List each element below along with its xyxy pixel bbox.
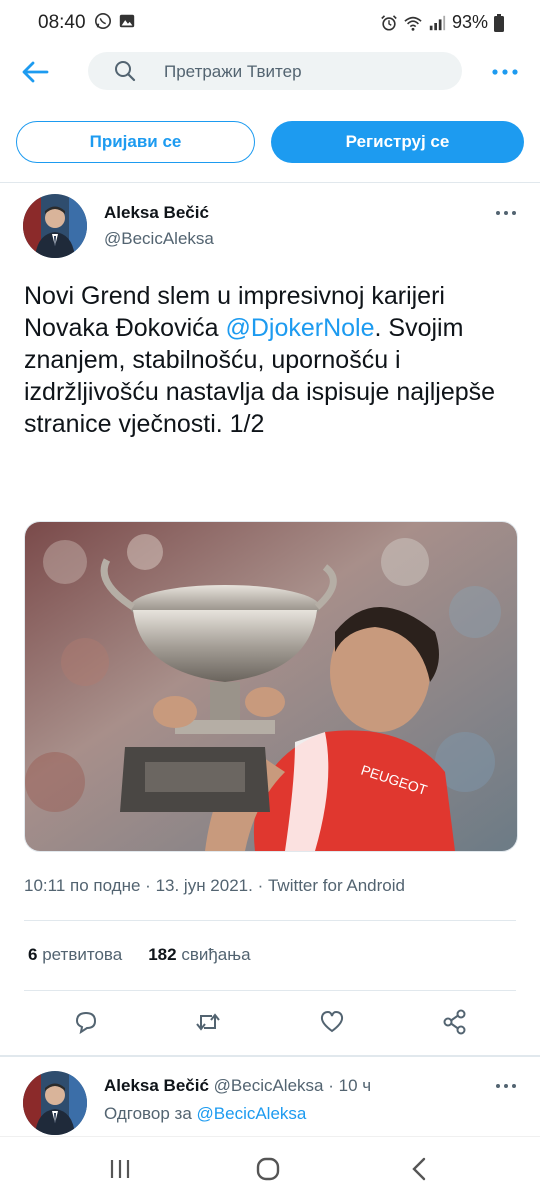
meta-separator: · bbox=[257, 876, 268, 895]
image-icon bbox=[119, 14, 135, 28]
reply-header: Aleksa Bečić @BecicAleksa · 10 ч bbox=[104, 1076, 371, 1096]
tweet-time[interactable]: 10:11 по подне bbox=[24, 876, 140, 895]
mention-link[interactable]: @DjokerNole bbox=[225, 314, 374, 342]
whatsapp-icon bbox=[94, 12, 112, 30]
more-options-icon[interactable] bbox=[490, 60, 520, 84]
reply-author-avatar[interactable] bbox=[23, 1071, 87, 1135]
search-icon bbox=[115, 61, 136, 82]
tweet-actions bbox=[0, 1008, 540, 1038]
likes-count: 182 bbox=[148, 945, 177, 964]
reply-icon[interactable] bbox=[72, 1008, 100, 1036]
share-icon[interactable] bbox=[441, 1008, 469, 1036]
reply-prefix: Одговор за bbox=[104, 1104, 192, 1123]
home-icon[interactable] bbox=[252, 1153, 284, 1185]
battery-percent: 93% bbox=[451, 12, 488, 32]
retweets-stat[interactable]: 6 ретвитова bbox=[28, 945, 122, 965]
reply-age: 10 ч bbox=[338, 1076, 372, 1095]
search-bar[interactable] bbox=[88, 52, 462, 90]
back-arrow-icon[interactable] bbox=[20, 58, 50, 86]
reply-author-name[interactable]: Aleksa Bečić bbox=[104, 1076, 209, 1095]
meta-separator: · bbox=[328, 1076, 339, 1095]
retweets-label: ретвитова bbox=[42, 945, 123, 964]
tweet-stats: 6 ретвитова 182 свиђања bbox=[28, 945, 251, 965]
status-bar: 08:40 93% bbox=[0, 0, 540, 46]
reply-to-link[interactable]: @BecicAleksa bbox=[197, 1104, 307, 1123]
tweet-photo[interactable]: PEUGEOT bbox=[24, 521, 518, 852]
meta-separator: · bbox=[145, 876, 156, 895]
top-bar bbox=[0, 48, 540, 96]
status-time: 08:40 bbox=[38, 12, 86, 33]
signup-button[interactable]: Региструј се bbox=[271, 121, 524, 163]
alarm-icon bbox=[381, 14, 397, 31]
author-avatar[interactable] bbox=[23, 194, 87, 258]
wifi-icon bbox=[404, 16, 422, 31]
tweet-source[interactable]: Twitter for Android bbox=[268, 876, 405, 895]
author-name[interactable]: Aleksa Bečić bbox=[104, 203, 209, 223]
retweet-icon[interactable] bbox=[194, 1008, 222, 1036]
likes-stat[interactable]: 182 свиђања bbox=[148, 945, 250, 965]
back-icon[interactable] bbox=[404, 1153, 436, 1185]
divider bbox=[0, 1055, 540, 1057]
retweets-count: 6 bbox=[28, 945, 38, 964]
like-icon[interactable] bbox=[318, 1008, 346, 1036]
tweet-text: Novi Grend slem u impresivnoj karijeri N… bbox=[24, 280, 524, 440]
likes-label: свиђања bbox=[181, 945, 251, 964]
divider bbox=[24, 990, 516, 991]
system-nav-bar bbox=[0, 1136, 540, 1201]
search-input[interactable] bbox=[162, 58, 446, 86]
tweet-date[interactable]: 13. јун 2021. bbox=[156, 876, 253, 895]
divider bbox=[0, 182, 540, 183]
tweet-meta: 10:11 по подне · 13. јун 2021. · Twitter… bbox=[24, 876, 405, 896]
reply-more-icon[interactable] bbox=[494, 1080, 518, 1092]
reply-context: Одговор за @BecicAleksa bbox=[104, 1104, 306, 1124]
login-button[interactable]: Пријави се bbox=[16, 121, 255, 163]
reply-author-handle[interactable]: @BecicAleksa bbox=[214, 1076, 324, 1095]
author-handle[interactable]: @BecicAleksa bbox=[104, 229, 214, 249]
divider bbox=[24, 920, 516, 921]
tweet-more-icon[interactable] bbox=[494, 207, 518, 219]
signal-icon bbox=[429, 15, 446, 30]
trophy-photo: PEUGEOT bbox=[25, 522, 517, 851]
recent-apps-icon[interactable] bbox=[104, 1153, 136, 1185]
battery-icon bbox=[494, 13, 504, 32]
